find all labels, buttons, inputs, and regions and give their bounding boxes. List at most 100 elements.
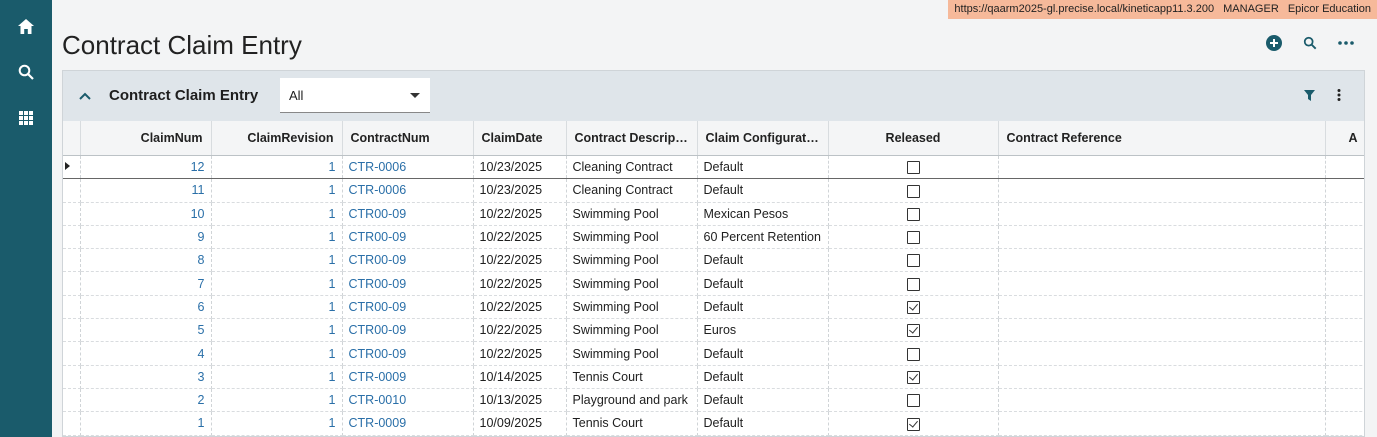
contract-description-cell[interactable]: Tennis Court xyxy=(566,365,698,389)
claim-num-cell[interactable]: 3 xyxy=(80,365,212,389)
claim-configuration-cell[interactable]: Default xyxy=(697,341,829,366)
released-checkbox[interactable] xyxy=(906,417,920,431)
contract-description-cell[interactable]: Swimming Pool xyxy=(566,318,698,343)
released-cell[interactable] xyxy=(828,411,999,436)
released-checkbox[interactable] xyxy=(906,184,920,198)
claim-revision-cell[interactable]: 1 xyxy=(211,202,343,226)
filter-icon[interactable] xyxy=(1302,87,1316,103)
row-indicator[interactable] xyxy=(63,225,81,250)
claim-date-cell[interactable]: 10/13/2025 xyxy=(473,388,567,413)
table-row[interactable]: 12 1 CTR-0006 10/23/2025 Cleaning Contract De… xyxy=(63,154,1364,180)
table-row[interactable]: 11 1 CTR-0006 10/23/2025 Cleaning Contract De… xyxy=(63,178,1364,203)
contract-description-cell[interactable]: Swimming Pool xyxy=(566,271,698,296)
claim-configuration-cell[interactable]: Default xyxy=(697,295,829,320)
row-indicator[interactable] xyxy=(63,178,81,203)
claim-date-cell[interactable]: 10/23/2025 xyxy=(473,154,567,180)
claim-num-cell[interactable]: 11 xyxy=(80,178,212,203)
apps-grid-icon[interactable] xyxy=(0,98,52,138)
released-cell[interactable] xyxy=(828,202,999,226)
row-indicator[interactable] xyxy=(63,271,81,296)
filter-dropdown[interactable]: All xyxy=(280,78,430,113)
claim-date-cell[interactable]: 10/09/2025 xyxy=(473,411,567,436)
contract-description-cell[interactable]: Cleaning Contract xyxy=(566,154,698,180)
contract-num-link[interactable]: CTR00-09 xyxy=(342,248,474,273)
released-cell[interactable] xyxy=(828,295,999,320)
contract-reference-cell[interactable] xyxy=(998,202,1326,226)
row-indicator[interactable] xyxy=(63,154,81,180)
claim-configuration-cell[interactable]: Default xyxy=(697,248,829,273)
released-cell[interactable] xyxy=(828,388,999,413)
row-indicator[interactable] xyxy=(63,318,81,343)
search-icon[interactable] xyxy=(0,52,52,92)
claim-num-cell[interactable]: 4 xyxy=(80,341,212,366)
contract-description-cell[interactable]: Swimming Pool xyxy=(566,248,698,273)
contract-reference-cell[interactable] xyxy=(998,225,1326,250)
released-checkbox[interactable] xyxy=(906,277,920,291)
released-cell[interactable] xyxy=(828,365,999,389)
contract-description-cell[interactable]: Playground and park xyxy=(566,388,698,413)
row-indicator[interactable] xyxy=(63,365,81,389)
released-cell[interactable] xyxy=(828,271,999,296)
claim-configuration-cell[interactable]: Default xyxy=(697,365,829,389)
claim-configuration-cell[interactable]: Euros xyxy=(697,318,829,343)
claim-revision-cell[interactable]: 1 xyxy=(211,295,343,320)
claim-revision-cell[interactable]: 1 xyxy=(211,411,343,436)
table-row[interactable]: 4 1 CTR00-09 10/22/2025 Swimming Pool Default xyxy=(63,341,1364,366)
claim-num-cell[interactable]: 2 xyxy=(80,388,212,413)
contract-num-link[interactable]: CTR-0009 xyxy=(342,411,474,436)
table-row[interactable]: 8 1 CTR00-09 10/22/2025 Swimming Pool Default xyxy=(63,248,1364,273)
column-header-claimdate[interactable]: ClaimDate xyxy=(473,121,567,156)
contract-num-link[interactable]: CTR-0006 xyxy=(342,178,474,203)
row-indicator[interactable] xyxy=(63,202,81,226)
column-header-claimrevision[interactable]: ClaimRevision xyxy=(211,121,343,156)
claim-num-cell[interactable]: 12 xyxy=(80,154,212,180)
contract-reference-cell[interactable] xyxy=(998,411,1326,436)
claim-revision-cell[interactable]: 1 xyxy=(211,248,343,273)
claim-num-cell[interactable]: 5 xyxy=(80,318,212,343)
claim-date-cell[interactable]: 10/22/2025 xyxy=(473,248,567,273)
contract-reference-cell[interactable] xyxy=(998,271,1326,296)
claim-configuration-cell[interactable]: Mexican Pesos xyxy=(697,202,829,226)
contract-num-link[interactable]: CTR-0010 xyxy=(342,388,474,413)
contract-description-cell[interactable]: Cleaning Contract xyxy=(566,178,698,203)
contract-description-cell[interactable]: Swimming Pool xyxy=(566,202,698,226)
claim-revision-cell[interactable]: 1 xyxy=(211,341,343,366)
column-header-contractnum[interactable]: ContractNum xyxy=(342,121,474,156)
claim-configuration-cell[interactable]: Default xyxy=(697,154,829,180)
released-checkbox[interactable] xyxy=(906,161,920,175)
claim-revision-cell[interactable]: 1 xyxy=(211,388,343,413)
released-cell[interactable] xyxy=(828,178,999,203)
claim-num-cell[interactable]: 9 xyxy=(80,225,212,250)
row-indicator[interactable] xyxy=(63,388,81,413)
claim-date-cell[interactable]: 10/22/2025 xyxy=(473,295,567,320)
search-icon[interactable] xyxy=(1301,34,1319,52)
claim-revision-cell[interactable]: 1 xyxy=(211,154,343,180)
contract-num-link[interactable]: CTR-0009 xyxy=(342,365,474,389)
claim-date-cell[interactable]: 10/22/2025 xyxy=(473,271,567,296)
released-checkbox[interactable] xyxy=(906,231,920,245)
released-cell[interactable] xyxy=(828,248,999,273)
chevron-up-icon[interactable] xyxy=(79,87,95,103)
released-checkbox[interactable] xyxy=(906,254,920,268)
contract-reference-cell[interactable] xyxy=(998,388,1326,413)
claim-num-cell[interactable]: 1 xyxy=(80,411,212,436)
released-checkbox[interactable] xyxy=(906,324,920,338)
contract-description-cell[interactable]: Swimming Pool xyxy=(566,225,698,250)
contract-reference-cell[interactable] xyxy=(998,295,1326,320)
contract-num-link[interactable]: CTR00-09 xyxy=(342,318,474,343)
contract-description-cell[interactable]: Swimming Pool xyxy=(566,295,698,320)
contract-reference-cell[interactable] xyxy=(998,318,1326,343)
contract-description-cell[interactable]: Swimming Pool xyxy=(566,341,698,366)
contract-num-link[interactable]: CTR00-09 xyxy=(342,202,474,226)
released-cell[interactable] xyxy=(828,341,999,366)
table-row[interactable]: 9 1 CTR00-09 10/22/2025 Swimming Pool 60 Perc… xyxy=(63,225,1364,250)
claim-date-cell[interactable]: 10/23/2025 xyxy=(473,178,567,203)
column-header-claim-configuration[interactable]: Claim Configuration xyxy=(697,121,829,156)
claim-date-cell[interactable]: 10/22/2025 xyxy=(473,202,567,226)
row-indicator[interactable] xyxy=(63,248,81,273)
claim-num-cell[interactable]: 7 xyxy=(80,271,212,296)
released-checkbox[interactable] xyxy=(906,347,920,361)
table-row[interactable]: 5 1 CTR00-09 10/22/2025 Swimming Pool Euros xyxy=(63,318,1364,343)
claim-configuration-cell[interactable]: Default xyxy=(697,411,829,436)
column-header-released[interactable]: Released xyxy=(828,121,999,156)
